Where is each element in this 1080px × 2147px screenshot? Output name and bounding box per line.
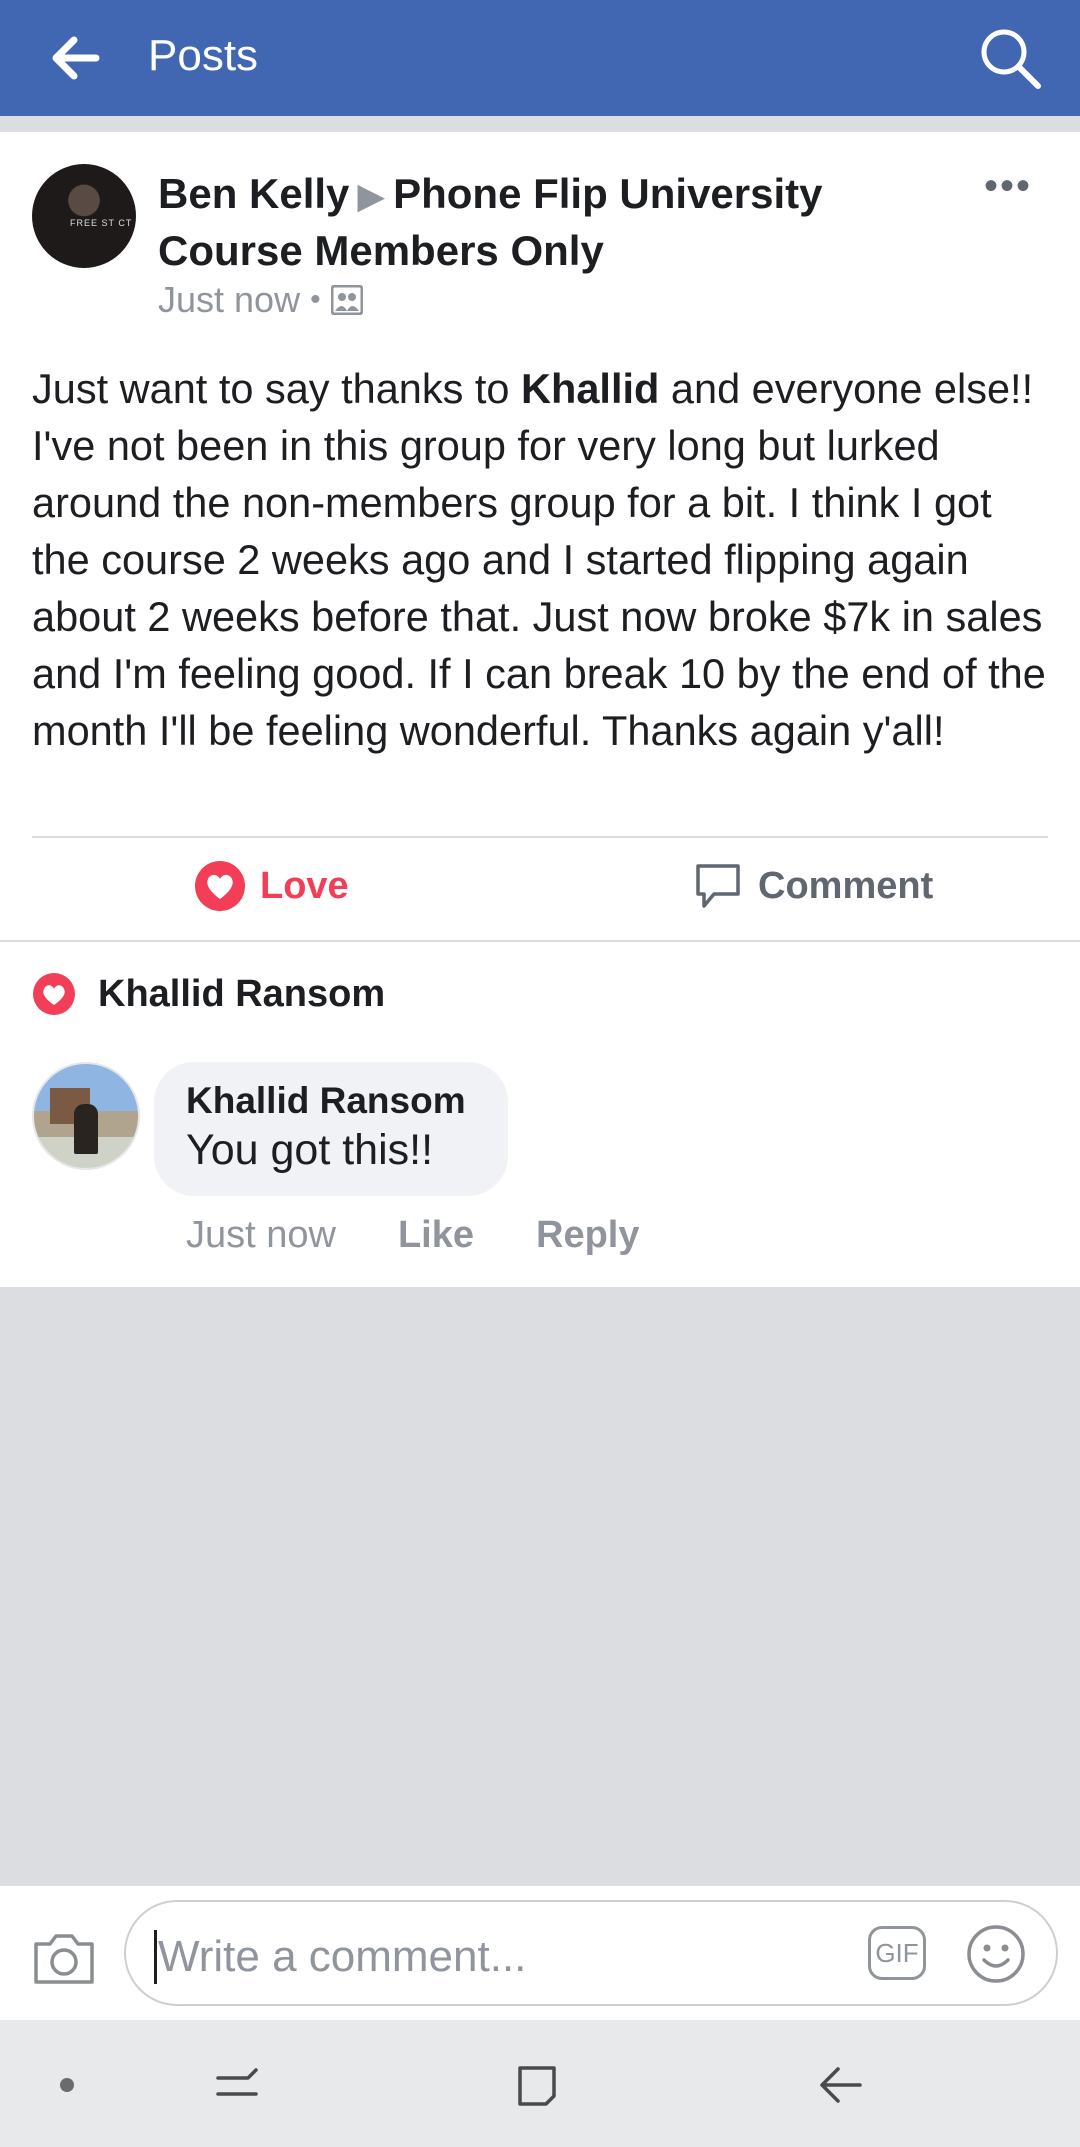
arrow-left-icon[interactable] <box>48 30 104 86</box>
post-time[interactable]: Just now <box>158 278 300 322</box>
commenter-avatar[interactable] <box>32 1062 140 1170</box>
comment-composer: Write a comment... GIF <box>0 1884 1080 2022</box>
avatar-shirt-text: FREE ST CT <box>70 218 133 228</box>
comment-label: Comment <box>758 864 934 907</box>
gif-button[interactable]: GIF <box>868 1926 926 1980</box>
divider <box>0 940 1080 942</box>
post-meta: Just now • <box>158 278 363 322</box>
camera-icon[interactable] <box>32 1930 96 1986</box>
post-header: Ben Kelly ▶ Phone Flip University Course M… <box>158 166 978 278</box>
search-icon[interactable] <box>976 24 1044 92</box>
reply-button[interactable]: Reply <box>536 1214 639 1257</box>
commenter-name[interactable]: Khallid Ransom <box>186 1080 466 1122</box>
post-actions: Love Comment <box>0 838 1080 938</box>
separator-dot: • <box>310 283 321 316</box>
reactor-name: Khallid Ransom <box>98 972 386 1015</box>
author-name[interactable]: Ben Kelly <box>158 170 349 217</box>
comment-meta: Just now Like Reply <box>186 1214 640 1257</box>
group-icon <box>330 285 363 315</box>
more-options-icon[interactable]: ••• <box>984 166 1032 206</box>
page-title: Posts <box>148 31 259 80</box>
comment-time: Just now <box>186 1214 336 1256</box>
comment-input[interactable]: Write a comment... GIF <box>124 1900 1058 2006</box>
triangle-right-icon: ▶ <box>357 175 386 216</box>
love-button[interactable]: Love <box>194 860 349 912</box>
comment-bubble-icon <box>696 864 740 908</box>
comment-placeholder: Write a comment... <box>158 1932 527 1981</box>
emoji-icon[interactable] <box>966 1924 1026 1984</box>
top-app-bar: Posts <box>0 0 1080 116</box>
comment-text: You got this!! <box>186 1126 434 1174</box>
post-text-part: and everyone else!! I've not been in thi… <box>32 365 1046 754</box>
nav-dot-icon[interactable] <box>60 2078 74 2092</box>
recent-apps-icon[interactable] <box>212 2060 262 2110</box>
system-nav-bar <box>0 2020 1080 2147</box>
text-caret <box>154 1930 157 1984</box>
heart-icon <box>33 973 75 1015</box>
reactions-row[interactable]: Khallid Ransom <box>32 972 385 1016</box>
home-icon[interactable] <box>512 2060 562 2110</box>
comment-bubble[interactable]: Khallid Ransom You got this!! <box>154 1062 508 1196</box>
post-card: FREE ST CT Ben Kelly ▶ Phone Flip Universi… <box>0 132 1080 1287</box>
mention[interactable]: Khallid <box>521 365 659 412</box>
post-body: Just want to say thanks to Khallid and e… <box>32 360 1052 759</box>
post-text-part: Just want to say thanks to <box>32 365 522 412</box>
love-label: Love <box>260 864 349 907</box>
comment-button[interactable]: Comment <box>692 860 933 912</box>
back-nav-icon[interactable] <box>816 2060 866 2110</box>
like-button[interactable]: Like <box>398 1214 474 1257</box>
author-avatar[interactable]: FREE ST CT <box>32 164 136 268</box>
heart-icon <box>195 861 245 911</box>
avatar-person <box>74 1104 98 1154</box>
